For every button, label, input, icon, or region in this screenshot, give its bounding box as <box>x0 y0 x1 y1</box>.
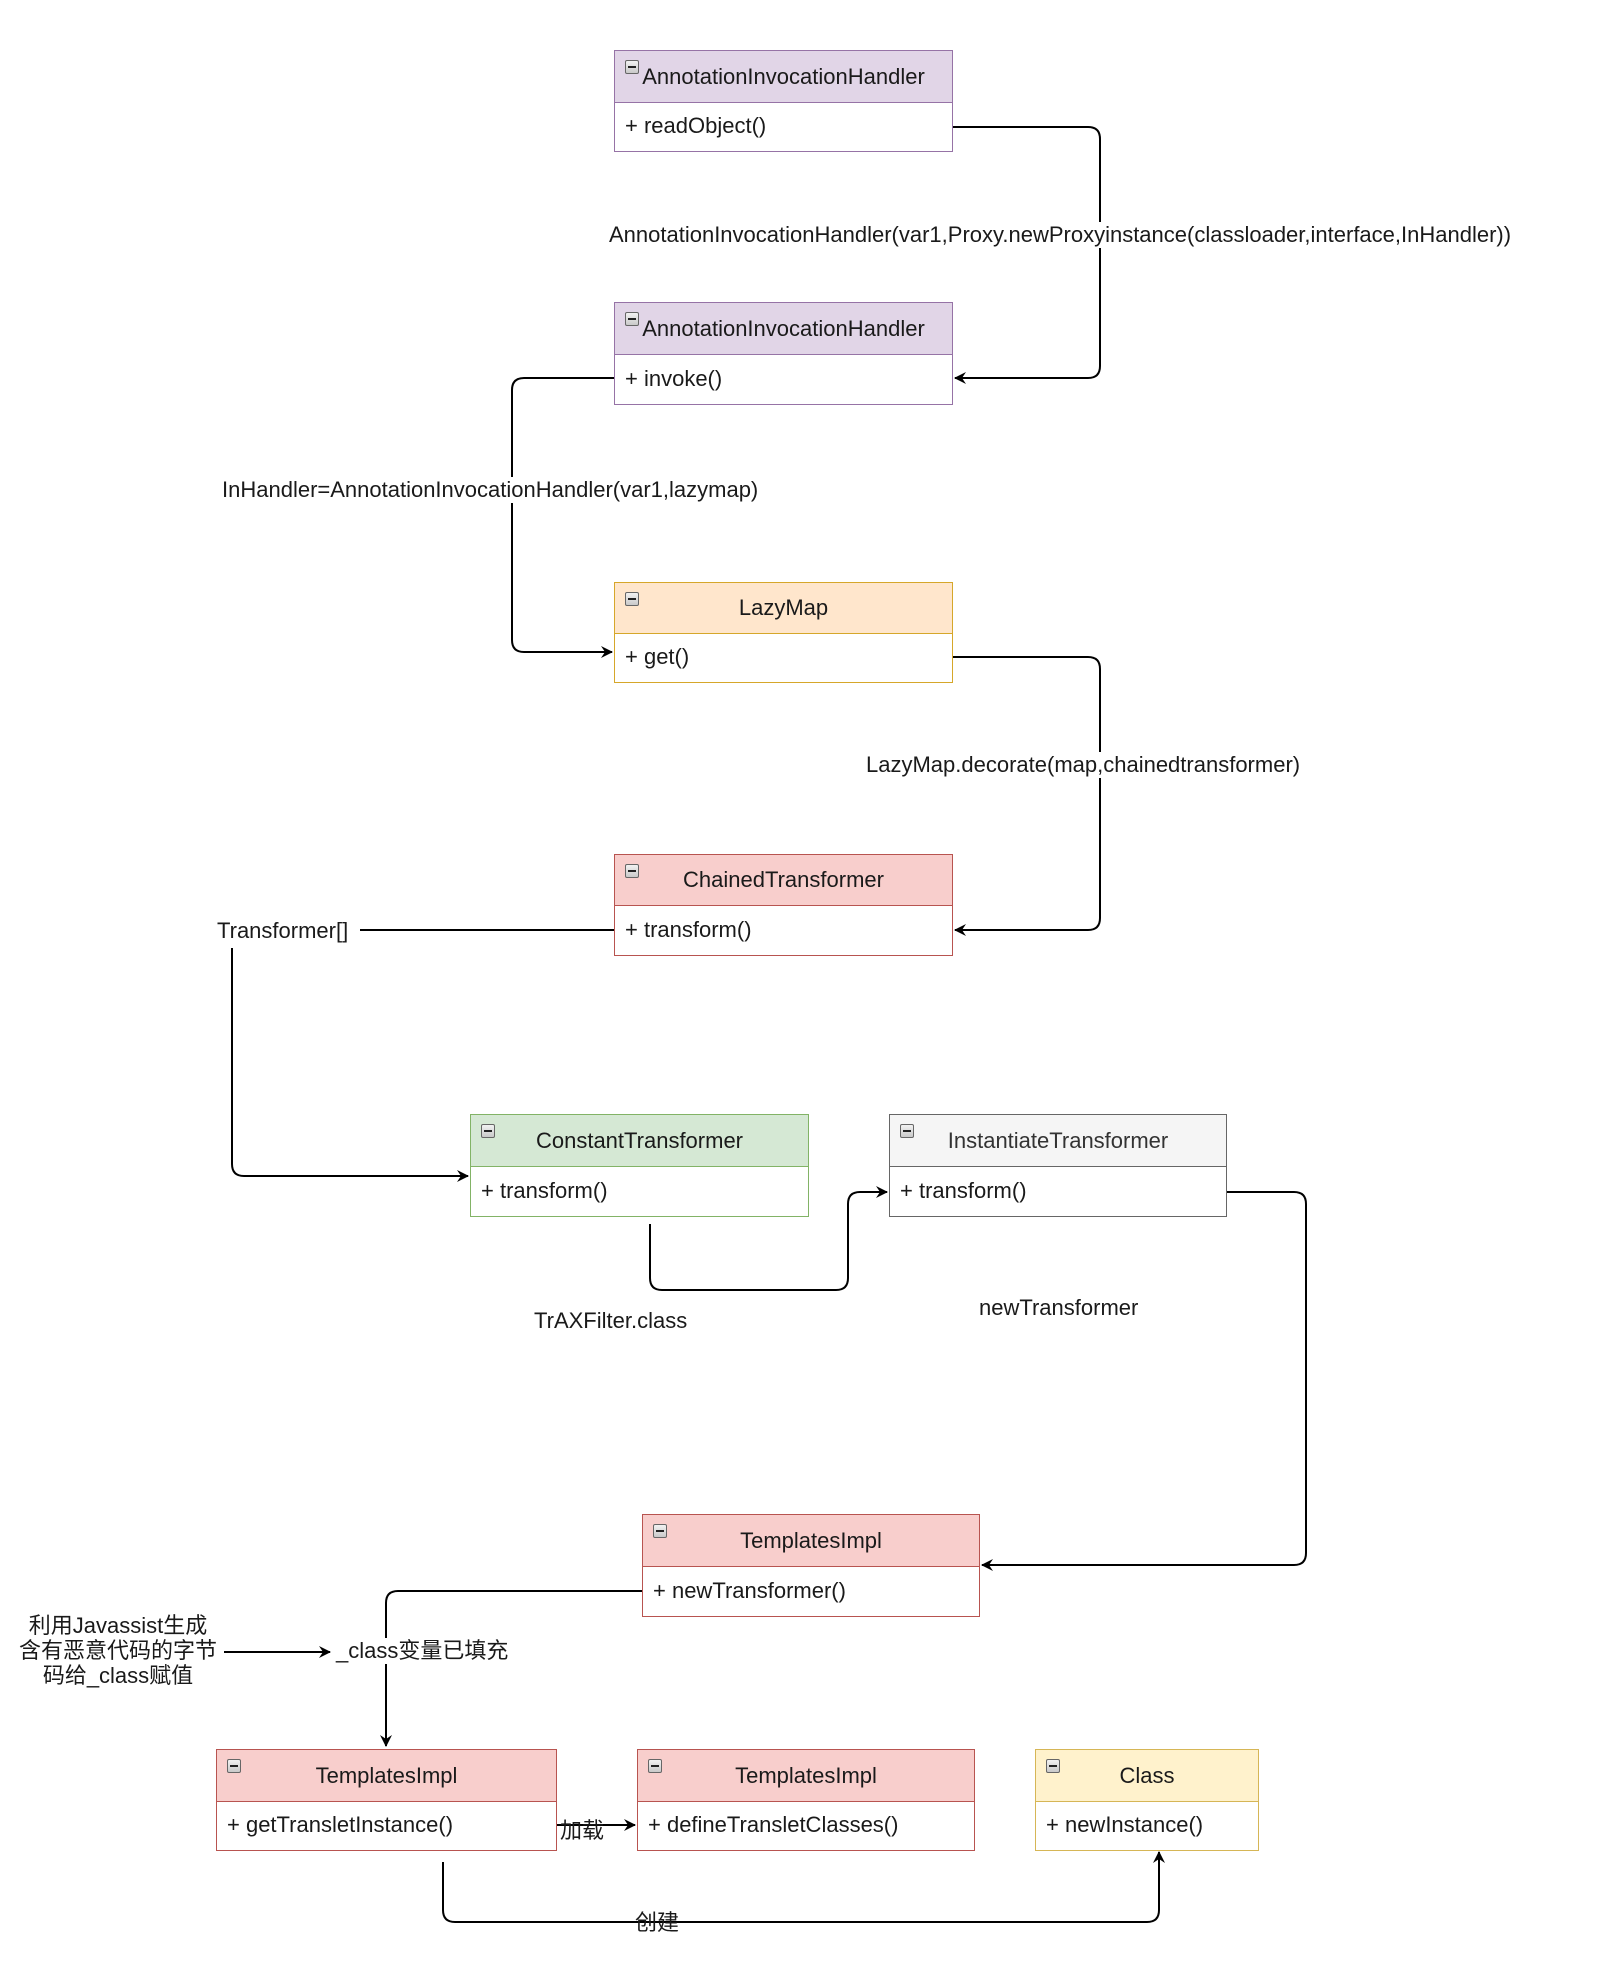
class-box-templates-newtransformer[interactable]: TemplatesImpl + newTransformer() <box>642 1514 980 1617</box>
method-label: + newInstance() <box>1046 1812 1204 1837</box>
edge-label-newtransformer: newTransformer <box>979 1295 1139 1321</box>
edge-invoke-to-lazymap <box>511 377 614 658</box>
collapse-icon[interactable] <box>227 1759 241 1773</box>
edge-gettranslet-to-class <box>442 1851 1165 1923</box>
class-header: AnnotationInvocationHandler <box>615 51 952 103</box>
class-name: Class <box>1119 1762 1175 1788</box>
collapse-icon[interactable] <box>625 312 639 326</box>
class-box-constant-transformer[interactable]: ConstantTransformer + transform() <box>470 1114 809 1217</box>
collapse-icon[interactable] <box>625 592 639 606</box>
class-header: TemplatesImpl <box>217 1750 556 1802</box>
collapse-icon[interactable] <box>1046 1759 1060 1773</box>
class-method: + newInstance() <box>1036 1800 1258 1850</box>
class-box-templates-define[interactable]: TemplatesImpl + defineTransletClasses() <box>637 1749 975 1851</box>
class-header: ConstantTransformer <box>471 1115 808 1167</box>
edge-label-inhandler: InHandler=AnnotationInvocationHandler(va… <box>222 477 759 503</box>
class-method: + readObject() <box>615 101 952 151</box>
edge-transformer-array-to-constant <box>231 948 469 1182</box>
method-label: + getTransletInstance() <box>227 1812 454 1837</box>
class-box-class-newinstance[interactable]: Class + newInstance() <box>1035 1749 1259 1851</box>
edge-label-class-filled: _class变量已填充 <box>336 1638 509 1664</box>
collapse-icon[interactable] <box>481 1124 495 1138</box>
edge-label-transformer-array: Transformer[] <box>217 918 349 944</box>
class-method: + invoke() <box>615 353 952 404</box>
method-label: + readObject() <box>625 113 767 138</box>
class-header: ChainedTransformer <box>615 855 952 906</box>
method-label: + transform() <box>625 916 752 942</box>
edge-instantiate-to-templates <box>981 1191 1307 1571</box>
class-box-chained-transformer[interactable]: ChainedTransformer + transform() <box>614 854 953 956</box>
collapse-icon[interactable] <box>625 864 639 878</box>
javassist-note: 利用Javassist生成含有恶意代码的字节码给_class赋值 <box>18 1613 217 1688</box>
class-method: + defineTransletClasses() <box>638 1800 974 1850</box>
edge-label-decorate: LazyMap.decorate(map,chainedtransformer) <box>866 752 1301 778</box>
method-label: + transform() <box>481 1177 608 1203</box>
class-header: LazyMap <box>615 583 952 634</box>
class-name: ConstantTransformer <box>535 1127 744 1153</box>
class-name: InstantiateTransformer <box>947 1127 1169 1153</box>
class-box-lazymap[interactable]: LazyMap + get() <box>614 582 953 683</box>
class-name: TemplatesImpl <box>740 1527 882 1553</box>
edge-readobject-to-invoke <box>953 126 1101 384</box>
edge-label-trax: TrAXFilter.class <box>534 1308 688 1334</box>
collapse-icon[interactable] <box>648 1759 662 1773</box>
edge-templates-to-gettranslet <box>380 1590 642 1747</box>
class-method: + transform() <box>890 1165 1226 1216</box>
class-header: TemplatesImpl <box>643 1515 979 1567</box>
edge-label-create: 创建 <box>635 1910 680 1935</box>
class-box-instantiate-transformer[interactable]: InstantiateTransformer + transform() <box>889 1114 1227 1217</box>
class-name: ChainedTransformer <box>683 867 884 892</box>
class-header: Class <box>1036 1750 1258 1802</box>
class-box-aih-readobject[interactable]: AnnotationInvocationHandler + readObject… <box>614 50 953 152</box>
method-label: + transform() <box>900 1177 1027 1203</box>
class-name: TemplatesImpl <box>315 1762 458 1788</box>
collapse-icon[interactable] <box>900 1124 914 1138</box>
collapse-icon[interactable] <box>653 1524 667 1538</box>
class-method: + newTransformer() <box>643 1565 979 1616</box>
class-method: + transform() <box>471 1165 808 1216</box>
class-box-aih-invoke[interactable]: AnnotationInvocationHandler + invoke() <box>614 302 953 405</box>
class-method: + get() <box>615 632 952 682</box>
class-name: TemplatesImpl <box>735 1762 877 1788</box>
collapse-icon[interactable] <box>625 60 639 74</box>
class-name: AnnotationInvocationHandler <box>642 315 925 341</box>
method-label: + invoke() <box>625 365 723 391</box>
class-box-templates-gettranslet[interactable]: TemplatesImpl + getTransletInstance() <box>216 1749 557 1851</box>
method-label: + get() <box>625 644 690 669</box>
edge-lazymap-to-chained <box>953 656 1101 936</box>
class-method: + transform() <box>615 904 952 955</box>
method-label: + defineTransletClasses() <box>648 1812 899 1837</box>
connector-layer <box>224 126 1307 1923</box>
edge-label-load: 加载 <box>560 1818 605 1843</box>
edge-label-proxy: AnnotationInvocationHandler(var1,Proxy.n… <box>609 222 1512 248</box>
class-name: LazyMap <box>738 595 829 620</box>
class-header: AnnotationInvocationHandler <box>615 303 952 355</box>
class-header: InstantiateTransformer <box>890 1115 1226 1167</box>
class-method: + getTransletInstance() <box>217 1800 556 1850</box>
class-name: AnnotationInvocationHandler <box>642 63 925 89</box>
class-header: TemplatesImpl <box>638 1750 974 1802</box>
method-label: + newTransformer() <box>653 1577 846 1603</box>
